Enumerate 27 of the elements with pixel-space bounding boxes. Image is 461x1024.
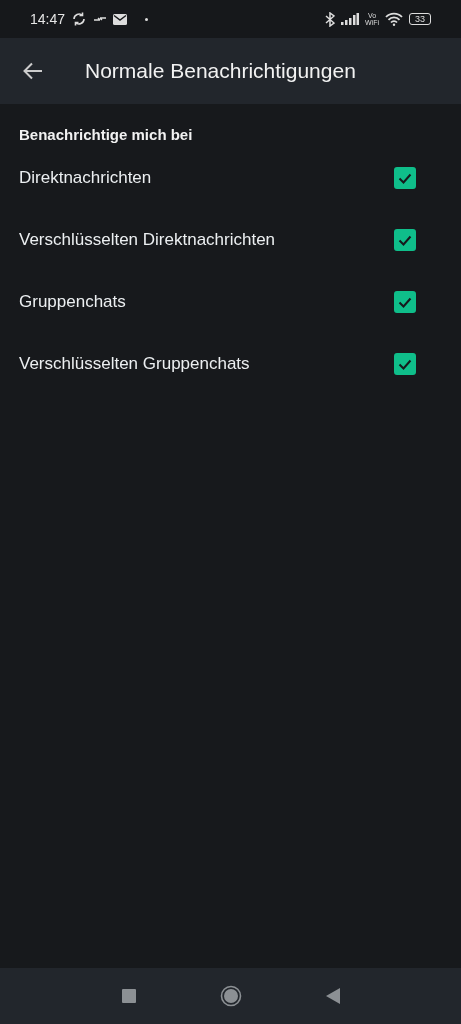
option-label: Direktnachrichten bbox=[19, 168, 152, 188]
signal-icon bbox=[341, 13, 359, 25]
option-label: Verschlüsselten Direktnachrichten bbox=[19, 230, 276, 250]
check-icon bbox=[398, 234, 412, 246]
back-icon[interactable] bbox=[325, 988, 340, 1004]
check-icon bbox=[398, 358, 412, 370]
sync-icon bbox=[71, 11, 88, 27]
back-arrow-icon[interactable] bbox=[23, 62, 43, 80]
option-label: Gruppenchats bbox=[19, 292, 126, 312]
status-time: 14:47 bbox=[30, 11, 66, 27]
check-icon bbox=[398, 296, 412, 308]
mail-icon bbox=[113, 13, 128, 25]
checkbox[interactable] bbox=[394, 353, 416, 375]
section-heading: Benachrichtige mich bei bbox=[19, 125, 194, 145]
notification-dot-icon bbox=[145, 17, 149, 21]
checkbox[interactable] bbox=[394, 167, 416, 189]
checkbox[interactable] bbox=[394, 291, 416, 313]
check-icon bbox=[398, 172, 412, 184]
recents-icon[interactable] bbox=[121, 989, 136, 1003]
data-transfer-icon bbox=[93, 14, 108, 24]
home-icon[interactable] bbox=[219, 985, 242, 1007]
battery-indicator: 33 bbox=[409, 13, 431, 25]
bluetooth-icon bbox=[325, 11, 335, 27]
wifi-icon bbox=[385, 12, 403, 26]
screen-title: Normale Benachrichtigungen bbox=[85, 59, 356, 83]
option-label: Verschlüsselten Gruppenchats bbox=[19, 354, 250, 374]
checkbox[interactable] bbox=[394, 229, 416, 251]
